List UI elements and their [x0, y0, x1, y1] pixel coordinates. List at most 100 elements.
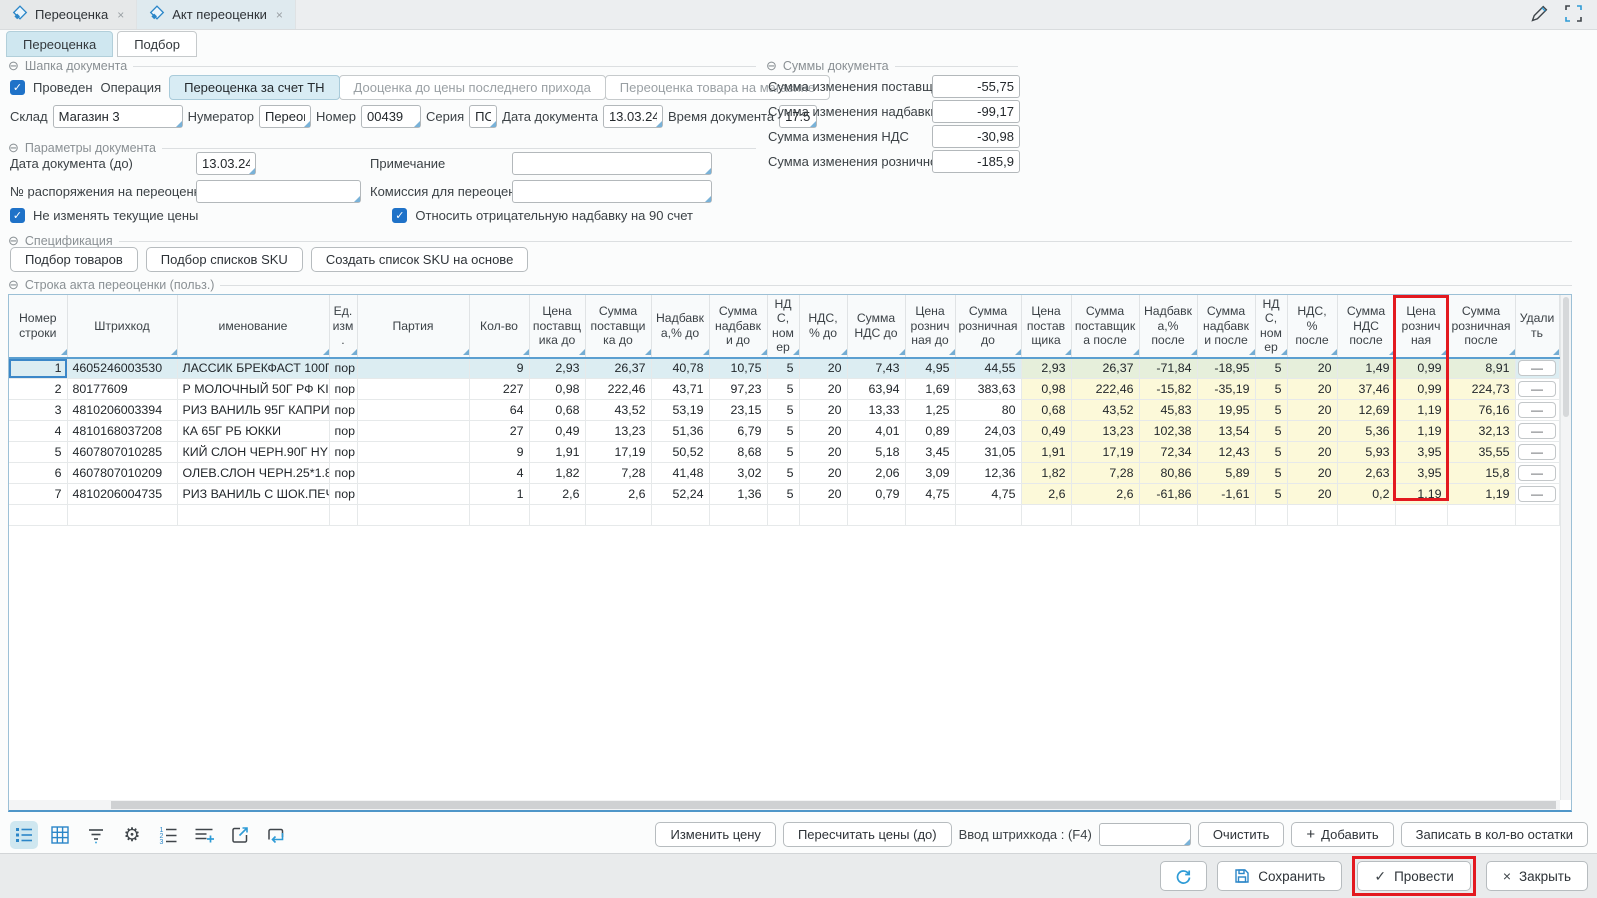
table-cell[interactable]: 20 — [799, 463, 847, 484]
table-cell[interactable]: 3,95 — [1395, 463, 1447, 484]
table-cell[interactable]: — — [1515, 463, 1559, 484]
column-header-23[interactable]: Цена розничная — [1395, 295, 1447, 358]
table-cell[interactable]: 80 — [955, 400, 1021, 421]
table-cell[interactable]: 4810168037208 — [67, 421, 177, 442]
list-view-icon[interactable] — [10, 821, 38, 849]
table-cell[interactable]: 0,99 — [1395, 358, 1447, 379]
settings-gear-icon[interactable]: ⚙ — [118, 821, 146, 849]
column-header-19[interactable]: Сумма надбавки после — [1197, 295, 1255, 358]
column-header-3[interactable]: именование — [177, 295, 329, 358]
write-to-stock-button[interactable]: Записать в кол-во остатки — [1401, 822, 1588, 847]
column-header-12[interactable]: НДС, % до — [799, 295, 847, 358]
table-cell[interactable]: 10,75 — [709, 358, 767, 379]
table-cell[interactable]: 7,43 — [847, 358, 905, 379]
tab-podbor[interactable]: Подбор — [117, 31, 197, 57]
recalc-prices-button[interactable]: Пересчитать цены (до) — [783, 822, 952, 847]
table-cell[interactable] — [357, 400, 469, 421]
table-cell[interactable]: 2,6 — [585, 484, 651, 505]
table-cell[interactable]: — — [1515, 358, 1559, 379]
note-input[interactable] — [512, 152, 712, 175]
column-header-16[interactable]: Цена поставщика — [1021, 295, 1071, 358]
horizontal-scrollbar[interactable] — [9, 800, 1560, 810]
open-external-icon[interactable] — [226, 821, 254, 849]
table-cell[interactable]: — — [1515, 484, 1559, 505]
table-cell[interactable]: 0,68 — [1021, 400, 1071, 421]
table-cell[interactable]: 24,03 — [955, 421, 1021, 442]
table-cell[interactable]: -61,86 — [1139, 484, 1197, 505]
save-button[interactable]: Сохранить — [1217, 861, 1342, 891]
table-cell[interactable]: 31,05 — [955, 442, 1021, 463]
column-header-17[interactable]: Сумма поставщика после — [1071, 295, 1139, 358]
table-cell[interactable]: 102,38 — [1139, 421, 1197, 442]
table-cell[interactable]: 2,6 — [529, 484, 585, 505]
proveden-checkbox[interactable] — [10, 80, 25, 95]
table-cell[interactable]: 20 — [799, 379, 847, 400]
barcode-input[interactable] — [1099, 823, 1191, 846]
table-cell[interactable]: 2,63 — [1337, 463, 1395, 484]
table-cell[interactable]: 3,02 — [709, 463, 767, 484]
table-cell[interactable]: 0,2 — [1337, 484, 1395, 505]
table-cell[interactable]: РИЗ ВАНИЛЬ 95Г КАПРИЗ — [177, 400, 329, 421]
table-cell[interactable]: 7,28 — [1071, 463, 1139, 484]
nomer-input[interactable] — [361, 105, 421, 128]
doc-date-input[interactable] — [603, 105, 663, 128]
table-cell[interactable]: 80,86 — [1139, 463, 1197, 484]
table-cell[interactable]: 7,28 — [585, 463, 651, 484]
table-cell[interactable]: КИЙ СЛОН ЧЕРН.90Г HYLEYS — [177, 442, 329, 463]
create-sku-list-button[interactable]: Создать список SKU на основе — [311, 247, 528, 272]
table-cell[interactable]: 0,79 — [847, 484, 905, 505]
table-cell[interactable]: 1,25 — [905, 400, 955, 421]
delete-row-button[interactable]: — — [1518, 444, 1556, 460]
table-cell[interactable]: 2 — [9, 379, 67, 400]
column-header-6[interactable]: Кол-во — [469, 295, 529, 358]
table-cell[interactable]: 0,99 — [1395, 379, 1447, 400]
table-cell[interactable]: 0,98 — [529, 379, 585, 400]
table-cell[interactable]: 20 — [1287, 400, 1337, 421]
table-cell[interactable]: 13,54 — [1197, 421, 1255, 442]
table-cell[interactable]: 3,45 — [905, 442, 955, 463]
table-cell[interactable]: 4607807010285 — [67, 442, 177, 463]
table-cell[interactable]: 1,19 — [1447, 484, 1515, 505]
grid-view-icon[interactable] — [46, 821, 74, 849]
table-cell[interactable] — [357, 442, 469, 463]
table-cell[interactable]: 2,06 — [847, 463, 905, 484]
table-cell[interactable]: 2,93 — [1021, 358, 1071, 379]
column-header-1[interactable]: Номер строки — [9, 295, 67, 358]
close-tab-icon[interactable]: × — [117, 8, 124, 22]
table-cell[interactable]: — — [1515, 442, 1559, 463]
reload-loop-icon[interactable] — [262, 821, 290, 849]
table-cell[interactable]: пор — [329, 484, 357, 505]
select-sku-lists-button[interactable]: Подбор списков SKU — [146, 247, 303, 272]
table-cell[interactable]: 3 — [9, 400, 67, 421]
table-cell[interactable]: 97,23 — [709, 379, 767, 400]
table-cell[interactable]: 0,68 — [529, 400, 585, 421]
table-cell[interactable]: 1,82 — [529, 463, 585, 484]
delete-row-button[interactable]: — — [1518, 360, 1556, 376]
table-cell[interactable]: 0,89 — [905, 421, 955, 442]
table-cell[interactable]: 20 — [1287, 484, 1337, 505]
table-cell[interactable]: 20 — [1287, 421, 1337, 442]
delete-row-button[interactable]: — — [1518, 402, 1556, 418]
filter-icon[interactable] — [82, 821, 110, 849]
collapse-icon[interactable]: ⊖ — [766, 58, 777, 74]
delete-row-button[interactable]: — — [1518, 486, 1556, 502]
change-price-button[interactable]: Изменить цену — [655, 822, 775, 847]
table-cell[interactable]: 0,49 — [1021, 421, 1071, 442]
add-to-list-icon[interactable] — [190, 821, 218, 849]
table-cell[interactable]: 72,34 — [1139, 442, 1197, 463]
table-cell[interactable]: 20 — [799, 484, 847, 505]
table-cell[interactable]: 53,19 — [651, 400, 709, 421]
table-cell[interactable] — [357, 484, 469, 505]
table-cell[interactable]: 5 — [767, 463, 799, 484]
column-header-13[interactable]: Сумма НДС до — [847, 295, 905, 358]
table-cell[interactable]: 1,91 — [1021, 442, 1071, 463]
column-header-25[interactable]: Удалить — [1515, 295, 1559, 358]
table-cell[interactable]: 4,75 — [905, 484, 955, 505]
table-cell[interactable]: 4810206003394 — [67, 400, 177, 421]
tab-pereotsenka[interactable]: Переоценка — [6, 31, 113, 57]
table-cell[interactable]: ЛАССИК БРЕКФАСТ 100Г GRE — [177, 358, 329, 379]
add-row-button[interactable]: +Добавить — [1291, 822, 1393, 847]
table-cell[interactable]: 5 — [767, 442, 799, 463]
numerator-input[interactable] — [259, 105, 311, 128]
column-header-14[interactable]: Цена розничная до — [905, 295, 955, 358]
